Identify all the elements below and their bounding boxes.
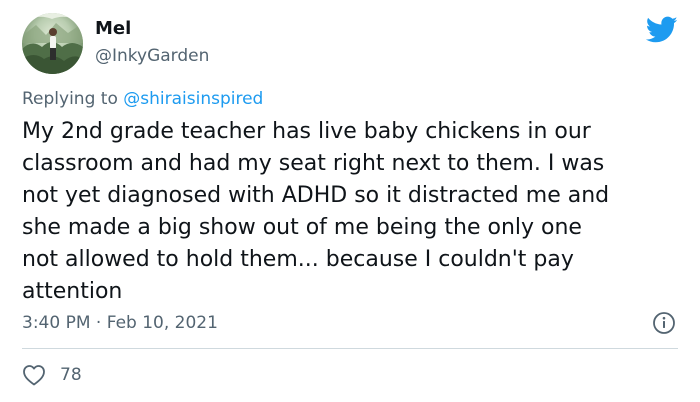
author-name[interactable]: Mel [95,18,131,40]
tweet-date: Feb 10, 2021 [106,313,218,333]
author-handle[interactable]: @InkyGarden [95,45,209,67]
heart-icon [23,365,45,386]
tweet-text-line: classroom and had my seat right next to … [22,151,605,176]
avatar[interactable] [22,13,83,74]
tweet-text-line: not allowed to hold them... because I co… [22,247,574,272]
twitter-bird-icon[interactable] [645,16,678,44]
tweet-text-line: My 2nd grade teacher has live baby chick… [22,119,591,144]
tweet-timestamp[interactable]: 3:40 PM · Feb 10, 2021 [22,311,218,335]
avatar-photo [22,13,83,74]
tweet-text-line: not yet diagnosed with ADHD so it distra… [22,183,610,208]
divider [22,348,678,349]
replying-to-label: Replying to [22,89,118,109]
like-count: 78 [60,365,82,385]
replying-to: Replying to @shiraisinspired [22,87,263,111]
like-button[interactable]: 78 [22,364,82,386]
tweet-time: 3:40 PM [22,313,91,333]
reply-mention-link[interactable]: @shiraisinspired [123,89,263,109]
info-icon[interactable] [652,311,676,335]
tweet-text-line: she made a big show out of me being the … [22,215,582,240]
meta-separator: · [95,313,102,333]
tweet-text: My 2nd grade teacher has live baby chick… [22,116,682,308]
tweet-text-line: attention [22,279,123,304]
